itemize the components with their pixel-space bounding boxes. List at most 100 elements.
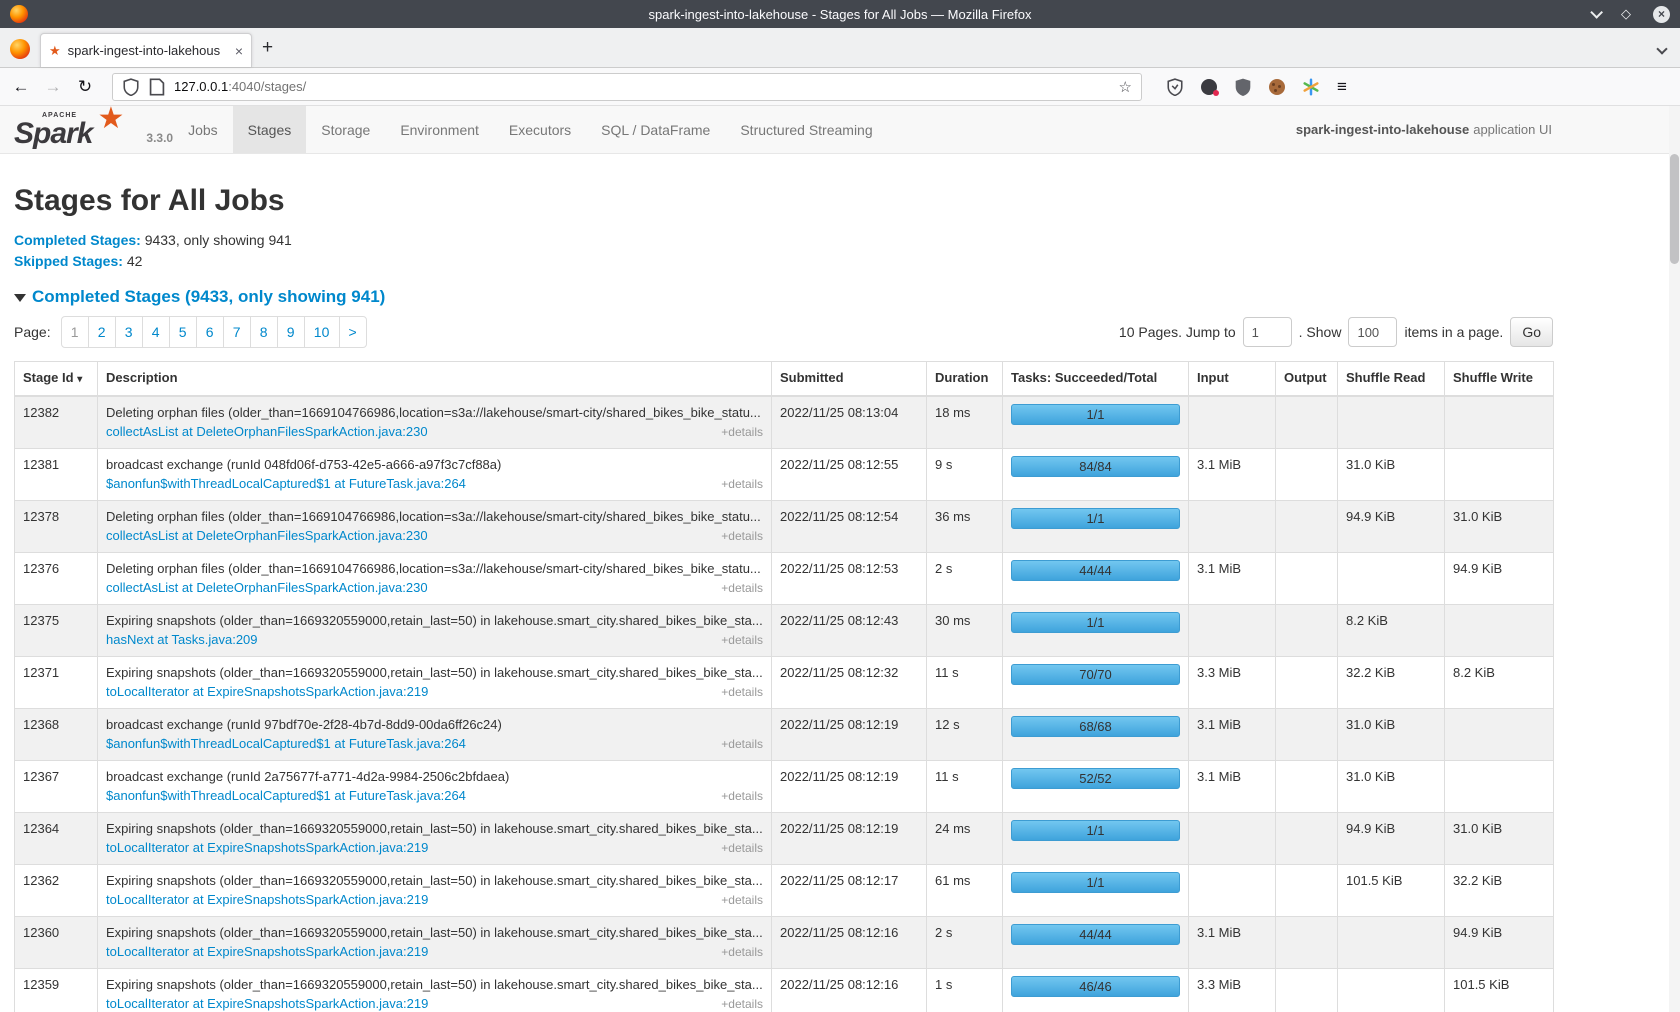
- list-all-tabs-button[interactable]: [1658, 45, 1666, 53]
- url-bar[interactable]: 127.0.0.1:4040/stages/ ☆: [112, 73, 1142, 101]
- shield-icon[interactable]: [122, 78, 140, 96]
- page-button-1[interactable]: 1: [61, 316, 89, 348]
- nav-item-jobs[interactable]: Jobs: [173, 106, 233, 153]
- details-toggle[interactable]: +details: [721, 683, 763, 702]
- page-button-5[interactable]: 5: [169, 316, 197, 348]
- cookie-icon[interactable]: [1269, 79, 1285, 95]
- page-button-7[interactable]: 7: [223, 316, 251, 348]
- skipped-stages-link[interactable]: Skipped Stages:: [14, 253, 123, 269]
- header-input[interactable]: Input: [1189, 362, 1276, 397]
- header-stage-id[interactable]: Stage Id ▾: [15, 362, 98, 397]
- stage-id-cell: 12381: [15, 449, 98, 501]
- jump-to-input[interactable]: [1243, 317, 1292, 347]
- stage-callsite-link[interactable]: toLocalIterator at ExpireSnapshotsSparkA…: [106, 942, 428, 961]
- nav-item-storage[interactable]: Storage: [306, 106, 385, 153]
- page-button-6[interactable]: 6: [196, 316, 224, 348]
- submitted-cell: 2022/11/25 08:12:19: [772, 709, 927, 761]
- page-button-8[interactable]: 8: [250, 316, 278, 348]
- stage-callsite-link[interactable]: toLocalIterator at ExpireSnapshotsSparkA…: [106, 994, 428, 1012]
- browser-tab[interactable]: ★ spark-ingest-into-lakehous ×: [40, 33, 252, 67]
- page-button->[interactable]: >: [339, 316, 367, 348]
- output-cell: [1276, 396, 1338, 449]
- stage-callsite-link[interactable]: hasNext at Tasks.java:209: [106, 630, 258, 649]
- details-toggle[interactable]: +details: [721, 995, 763, 1012]
- header-shuffle-write[interactable]: Shuffle Write: [1445, 362, 1554, 397]
- stage-callsite-link[interactable]: collectAsList at DeleteOrphanFilesSparkA…: [106, 578, 428, 597]
- input-cell: [1189, 396, 1276, 449]
- stage-id-cell: 12368: [15, 709, 98, 761]
- page-button-9[interactable]: 9: [277, 316, 305, 348]
- stage-callsite-link[interactable]: collectAsList at DeleteOrphanFilesSparkA…: [106, 526, 428, 545]
- header-output[interactable]: Output: [1276, 362, 1338, 397]
- submitted-cell: 2022/11/25 08:12:19: [772, 813, 927, 865]
- stage-callsite-link[interactable]: toLocalIterator at ExpireSnapshotsSparkA…: [106, 838, 428, 857]
- spark-logo[interactable]: APACHE Spark ★: [14, 106, 118, 153]
- header-duration[interactable]: Duration: [927, 362, 1003, 397]
- details-toggle[interactable]: +details: [721, 527, 763, 546]
- show-items-input[interactable]: [1348, 317, 1397, 347]
- shuffle-read-cell: 101.5 KiB: [1338, 865, 1445, 917]
- vertical-scrollbar[interactable]: [1669, 106, 1680, 1012]
- account-mask-icon[interactable]: [1201, 79, 1217, 95]
- nav-item-executors[interactable]: Executors: [494, 106, 586, 153]
- stage-callsite-link[interactable]: collectAsList at DeleteOrphanFilesSparkA…: [106, 422, 428, 441]
- stage-callsite-link[interactable]: $anonfun$withThreadLocalCaptured$1 at Fu…: [106, 734, 466, 753]
- page-info-icon[interactable]: [148, 78, 166, 96]
- forward-button: →: [40, 77, 66, 97]
- header-shuffle-read[interactable]: Shuffle Read: [1338, 362, 1445, 397]
- page-button-4[interactable]: 4: [142, 316, 170, 348]
- go-button[interactable]: Go: [1510, 317, 1553, 347]
- close-window-icon[interactable]: ×: [1653, 6, 1670, 23]
- page-button-10[interactable]: 10: [304, 316, 340, 348]
- task-progress-track: 84/84: [1011, 456, 1180, 477]
- completed-stages-summary: Completed Stages: 9433, only showing 941: [14, 230, 1553, 251]
- shuffle-write-cell: 101.5 KiB: [1445, 969, 1554, 1012]
- details-toggle[interactable]: +details: [721, 787, 763, 806]
- header-submitted[interactable]: Submitted: [772, 362, 927, 397]
- details-toggle[interactable]: +details: [721, 579, 763, 598]
- bookmark-star-icon[interactable]: ☆: [1119, 78, 1132, 96]
- description-cell: Deleting orphan files (older_than=166910…: [98, 501, 772, 553]
- minimize-icon[interactable]: [1590, 6, 1603, 19]
- input-cell: [1189, 813, 1276, 865]
- shuffle-read-cell: [1338, 553, 1445, 605]
- nav-item-structured-streaming[interactable]: Structured Streaming: [725, 106, 887, 153]
- details-toggle[interactable]: +details: [721, 839, 763, 858]
- url-text[interactable]: 127.0.0.1:4040/stages/: [174, 79, 1111, 94]
- stage-callsite-link[interactable]: $anonfun$withThreadLocalCaptured$1 at Fu…: [106, 474, 466, 493]
- details-toggle[interactable]: +details: [721, 891, 763, 910]
- completed-stages-link[interactable]: Completed Stages:: [14, 232, 141, 248]
- page-button-3[interactable]: 3: [115, 316, 143, 348]
- details-toggle[interactable]: +details: [721, 631, 763, 650]
- details-toggle[interactable]: +details: [721, 475, 763, 494]
- details-toggle[interactable]: +details: [721, 423, 763, 442]
- back-button[interactable]: ←: [8, 77, 34, 97]
- scrollbar-thumb[interactable]: [1670, 154, 1679, 264]
- details-toggle[interactable]: +details: [721, 943, 763, 962]
- nav-item-stages[interactable]: Stages: [233, 106, 307, 153]
- nav-item-sql-dataframe[interactable]: SQL / DataFrame: [586, 106, 725, 153]
- stage-callsite-link[interactable]: $anonfun$withThreadLocalCaptured$1 at Fu…: [106, 786, 466, 805]
- pocket-shield-icon[interactable]: [1166, 78, 1184, 96]
- nav-item-environment[interactable]: Environment: [385, 106, 494, 153]
- task-progress-bar: 1/1: [1011, 612, 1180, 633]
- close-tab-icon[interactable]: ×: [235, 43, 243, 59]
- output-cell: [1276, 449, 1338, 501]
- completed-stages-section-header[interactable]: Completed Stages (9433, only showing 941…: [14, 287, 1553, 307]
- details-toggle[interactable]: +details: [721, 735, 763, 754]
- colorful-asterisk-icon[interactable]: [1302, 78, 1320, 96]
- maximize-icon[interactable]: ◇: [1621, 6, 1631, 22]
- header-tasks[interactable]: Tasks: Succeeded/Total: [1003, 362, 1189, 397]
- ublock-shield-icon[interactable]: [1234, 78, 1252, 96]
- new-tab-button[interactable]: +: [262, 37, 273, 59]
- menu-hamburger-icon[interactable]: ≡: [1337, 77, 1347, 97]
- output-cell: [1276, 917, 1338, 969]
- tasks-cell: 52/52: [1003, 761, 1189, 813]
- header-description[interactable]: Description: [98, 362, 772, 397]
- duration-cell: 11 s: [927, 761, 1003, 813]
- reload-button[interactable]: ↻: [72, 77, 98, 97]
- stage-callsite-link[interactable]: toLocalIterator at ExpireSnapshotsSparkA…: [106, 890, 428, 909]
- stage-callsite-link[interactable]: toLocalIterator at ExpireSnapshotsSparkA…: [106, 682, 428, 701]
- description-cell: Deleting orphan files (older_than=166910…: [98, 553, 772, 605]
- page-button-2[interactable]: 2: [88, 316, 116, 348]
